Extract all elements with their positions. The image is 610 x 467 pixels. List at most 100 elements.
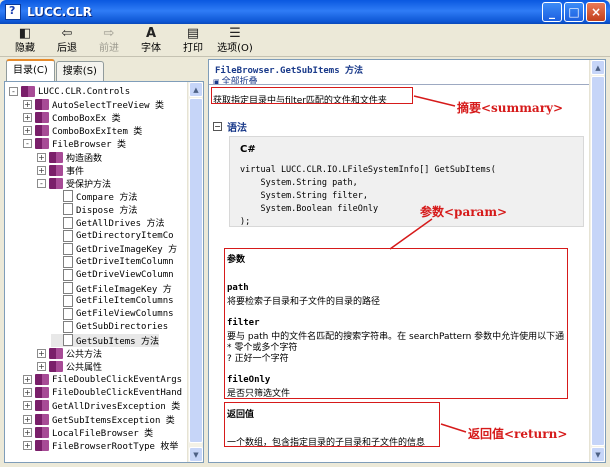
tree-item[interactable]: + 公共方法 — [37, 347, 102, 360]
tree-item-label: GetDirectoryItemCo — [76, 230, 174, 241]
param-highlight-box — [224, 248, 568, 399]
tree-item[interactable]: GetSubItems 方法 — [51, 333, 160, 347]
tree-item[interactable]: - FileBrowser 类 — [23, 137, 126, 150]
page-icon — [63, 282, 73, 294]
tree-item[interactable]: Compare 方法 — [51, 190, 137, 203]
tree-item[interactable]: - 受保护方法 — [37, 177, 111, 190]
tree-item[interactable]: + GetSubItemsException 类 — [23, 413, 175, 426]
collapse-all-link[interactable]: ▣ 全部折叠 — [213, 74, 258, 87]
book-icon — [35, 400, 49, 412]
tree-item-label: GetAllDrives 方法 — [76, 219, 165, 229]
collapse-icon[interactable]: - — [9, 87, 18, 96]
code-language: C# — [240, 144, 256, 155]
tree-item[interactable]: GetFileViewColumns — [51, 308, 174, 321]
expand-icon[interactable]: + — [23, 427, 32, 437]
tree-item[interactable]: GetDriveImageKey 方 — [51, 242, 177, 255]
tree-item[interactable]: GetFileItemColumns — [51, 295, 174, 308]
scroll-thumb[interactable] — [189, 98, 203, 443]
expand-icon[interactable]: + — [37, 165, 46, 175]
tree-item-label: 公共方法 — [66, 350, 103, 360]
collapse-section-icon: − — [213, 122, 222, 131]
tree-item[interactable]: - LUCC.CLR.Controls — [9, 85, 130, 98]
tree-item[interactable]: + GetAllDrivesException 类 — [23, 399, 180, 412]
scroll-down-icon[interactable]: ▼ — [189, 447, 203, 462]
tree-item-label: AutoSelectTreeView 类 — [52, 101, 164, 112]
expand-icon[interactable]: + — [37, 362, 46, 372]
hide-button[interactable]: ◧ 隐藏 — [4, 24, 46, 57]
expand-icon[interactable]: + — [23, 100, 32, 110]
tab-search[interactable]: 搜索(S) — [55, 61, 104, 81]
syntax-section-header[interactable]: − 语法 — [213, 119, 247, 134]
param-annotation: 参数<param> — [420, 205, 508, 219]
forward-icon: ⇨ — [103, 26, 115, 41]
tree-item[interactable]: GetDirectoryItemCo — [51, 229, 174, 242]
tree-item[interactable]: + FileDoubleClickEventHand — [23, 386, 182, 399]
expand-icon[interactable]: + — [23, 126, 32, 136]
expand-icon[interactable]: + — [23, 414, 32, 424]
scroll-thumb[interactable] — [591, 76, 605, 446]
close-button[interactable]: × — [586, 2, 606, 22]
page-icon — [63, 308, 73, 321]
header-divider — [209, 84, 591, 85]
scroll-up-icon[interactable]: ▲ — [591, 60, 605, 75]
tree-item[interactable]: GetDriveItemColumn — [51, 255, 174, 268]
expand-icon[interactable]: + — [23, 388, 32, 398]
tree-item[interactable]: GetFileImageKey 方 — [51, 282, 172, 295]
tree-item-label: ComboBoxEx 类 — [52, 114, 121, 125]
tree-item-label: 构造函数 — [66, 153, 103, 164]
tree-item-label: LUCC.CLR.Controls — [38, 86, 131, 97]
code-line: System.String path, — [240, 178, 358, 188]
tree-item[interactable]: GetSubDirectories — [51, 321, 168, 334]
tree-item[interactable]: + LocalFileBrowser 类 — [23, 426, 153, 439]
page-icon — [63, 295, 73, 308]
toolbar: ◧ 隐藏 ⇦ 后退 ⇨ 前进 A 字体 ▤ 打印 ☰ 选项(O) — [0, 24, 610, 57]
font-button[interactable]: A 字体 — [130, 24, 172, 57]
book-icon — [49, 348, 63, 359]
tree-item[interactable]: + 事件 — [37, 164, 84, 177]
expand-icon[interactable]: + — [37, 152, 46, 162]
tree-item[interactable]: Dispose 方法 — [51, 203, 137, 216]
page-icon — [63, 242, 73, 255]
help-app-icon — [5, 4, 21, 20]
tree-item-label: 事件 — [66, 166, 85, 177]
expand-icon[interactable]: + — [37, 349, 46, 358]
tree-item[interactable]: + FileDoubleClickEventArgs — [23, 373, 182, 386]
options-button[interactable]: ☰ 选项(O) — [214, 24, 256, 57]
expand-icon[interactable]: + — [23, 440, 32, 450]
tree-item[interactable]: + FileBrowserRootType 枚举 — [23, 439, 178, 452]
forward-button[interactable]: ⇨ 前进 — [88, 24, 130, 57]
tree-item[interactable]: + AutoSelectTreeView 类 — [23, 98, 164, 111]
tab-contents[interactable]: 目录(C) — [6, 59, 55, 81]
tree-item[interactable]: + 公共属性 — [37, 360, 102, 373]
tree-item-label: LocalFileBrowser 类 — [52, 428, 154, 439]
collapse-icon[interactable]: - — [37, 178, 46, 188]
collapse-icon[interactable]: - — [23, 139, 32, 149]
scroll-up-icon[interactable]: ▲ — [189, 82, 203, 97]
book-icon — [35, 99, 49, 111]
code-line: virtual LUCC.CLR.IO.LFileSystemInfo[] Ge… — [240, 165, 496, 175]
tree-item-label: Dispose 方法 — [76, 205, 138, 216]
tree-item-label: GetDriveItemColumn — [76, 256, 174, 267]
expand-icon[interactable]: + — [23, 401, 32, 411]
expand-icon[interactable]: + — [23, 113, 32, 123]
tree-item[interactable]: + 构造函数 — [37, 151, 102, 164]
title-bar: LUCC.CLR _ □ × — [0, 0, 610, 24]
minimize-button[interactable]: _ — [542, 2, 562, 22]
expand-icon[interactable]: + — [23, 375, 32, 385]
maximize-button[interactable]: □ — [564, 2, 584, 22]
topic-scrollbar[interactable]: ▲ ▼ — [589, 60, 605, 462]
code-line: System.Boolean fileOnly — [240, 204, 379, 214]
tree-item-label: GetFileViewColumns — [76, 309, 174, 320]
scroll-down-icon[interactable]: ▼ — [591, 447, 605, 462]
tree-item[interactable]: + ComboBoxEx 类 — [23, 111, 121, 124]
page-icon — [63, 255, 73, 268]
book-icon — [35, 439, 49, 451]
code-line: System.String filter, — [240, 191, 368, 201]
print-button[interactable]: ▤ 打印 — [172, 24, 214, 57]
tree-scrollbar[interactable]: ▲ ▼ — [187, 82, 203, 462]
back-button[interactable]: ⇦ 后退 — [46, 24, 88, 57]
book-icon — [49, 151, 63, 163]
tree-item[interactable]: GetDriveViewColumn — [51, 268, 174, 281]
tree-item[interactable]: + ComboBoxExItem 类 — [23, 124, 142, 137]
tree-item[interactable]: GetAllDrives 方法 — [51, 216, 164, 229]
